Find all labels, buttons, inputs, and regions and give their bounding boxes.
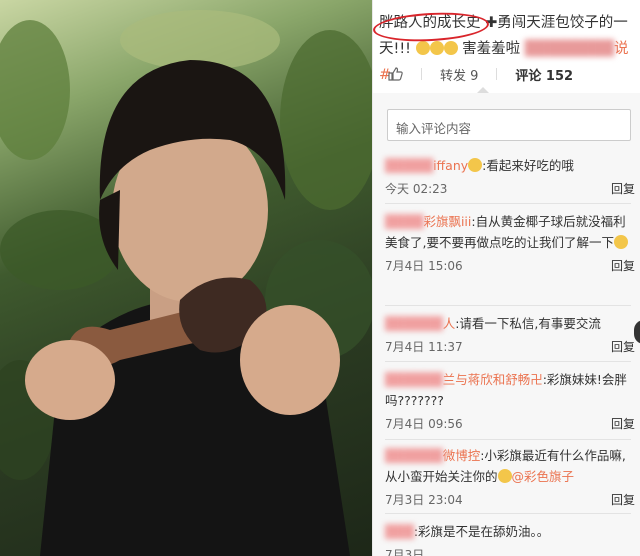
reply-button[interactable]: 回复 bbox=[611, 256, 635, 277]
divider bbox=[385, 439, 631, 440]
highlight-text[interactable]: 胖路人的成长史 bbox=[373, 9, 490, 45]
comment-time: 7月4日 11:37 bbox=[385, 340, 463, 354]
comment-item: ███:彩旗是不是在舔奶油。。 7月3日 bbox=[385, 521, 635, 556]
repost-button[interactable]: 转发 9 bbox=[440, 65, 478, 84]
commenter-name[interactable]: ██████兰与蒋欣和舒畅卍 bbox=[385, 372, 543, 387]
commenter-name[interactable]: ██████人 bbox=[385, 316, 455, 331]
emoji-icon bbox=[613, 235, 628, 249]
comment-time: 7月3日 23:04 bbox=[385, 493, 463, 507]
emoji-icon bbox=[415, 41, 430, 55]
comment-time: 7月4日 15:06 bbox=[385, 259, 463, 273]
comment-tab[interactable]: 评论 152 bbox=[515, 65, 573, 84]
comment-time: 7月3日 bbox=[385, 548, 425, 556]
reply-button[interactable]: 回复 bbox=[611, 414, 635, 435]
emoji-icon bbox=[497, 469, 512, 483]
comment-item: ████彩旗飘iii:自从黄金椰子球后就没福利美食了,要不要再做点吃的让我们了解… bbox=[385, 211, 635, 277]
thumb-up-icon bbox=[388, 67, 403, 81]
comment-item: ██████人:请看一下私信,有事要交流 7月4日 11:37 回复 bbox=[385, 313, 635, 358]
comment-item: ██████微博控:小彩旗最近有什么作品嘛,从小蛮开始关注你的 @彩色旗子 7月3… bbox=[385, 445, 635, 511]
reply-button[interactable]: 回复 bbox=[611, 337, 635, 358]
action-bar: 转发 9 评论 152 bbox=[387, 64, 637, 84]
divider bbox=[385, 305, 631, 306]
divider bbox=[421, 68, 422, 80]
like-button[interactable] bbox=[387, 66, 403, 82]
comment-item: ██████兰与蒋欣和舒畅卍:彩旗妹妹!会胖吗??????? 7月4日 09:5… bbox=[385, 369, 635, 435]
reply-button[interactable]: 回复 bbox=[611, 490, 635, 511]
reply-button[interactable]: 回复 bbox=[611, 179, 635, 200]
comment-time: 今天 02:23 bbox=[385, 182, 448, 196]
comment-input[interactable]: 输入评论内容 bbox=[387, 109, 631, 141]
divider bbox=[496, 68, 498, 80]
comment-time: 7月4日 09:56 bbox=[385, 417, 463, 431]
mention-link[interactable]: @彩色旗子 bbox=[512, 469, 575, 484]
commenter-name[interactable]: ██████微博控 bbox=[385, 448, 480, 463]
commenter-name[interactable]: ███ bbox=[385, 524, 414, 539]
emoji-icon bbox=[443, 41, 458, 55]
emoji-icon bbox=[429, 41, 444, 55]
emoji-icon bbox=[468, 158, 483, 172]
photo bbox=[0, 0, 372, 556]
divider bbox=[385, 361, 631, 362]
comment-section: 输入评论内容 █████iffany:看起来好吃的哦 今天 02:23 回复 ██… bbox=[373, 93, 640, 556]
weibo-post-panel: 胖路人的成长史 ✚勇闯天涯包饺子的一 天!!! 害羞羞啦 ████████说# … bbox=[372, 0, 640, 556]
commenter-name[interactable]: █████iffany bbox=[385, 158, 468, 173]
comment-item: █████iffany:看起来好吃的哦 今天 02:23 回复 bbox=[385, 155, 635, 200]
divider bbox=[385, 513, 631, 514]
commenter-name[interactable]: ████彩旗飘iii bbox=[385, 214, 471, 229]
divider bbox=[385, 203, 631, 204]
